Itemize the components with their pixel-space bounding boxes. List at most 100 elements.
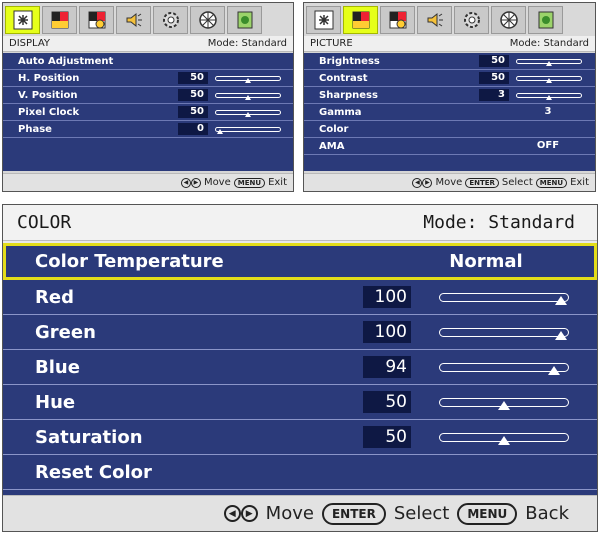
- slider-thumb[interactable]: [217, 129, 223, 134]
- slider-track[interactable]: [439, 293, 569, 302]
- value-box: 50: [479, 72, 509, 84]
- picture-advanced-icon: [389, 11, 406, 29]
- exit-hint: Exit: [570, 177, 589, 188]
- menu-item-hue[interactable]: Hue 50: [3, 385, 597, 420]
- slider-thumb[interactable]: [245, 95, 251, 100]
- exit-hint: Exit: [268, 177, 287, 188]
- value-text: OFF: [536, 140, 560, 151]
- value-box: 3: [479, 89, 509, 101]
- menu-item-phase[interactable]: Phase 0: [3, 121, 293, 138]
- menu-item-label: Color: [319, 123, 349, 135]
- value-text: Normal: [449, 251, 523, 272]
- slider-thumb[interactable]: [546, 61, 552, 66]
- panel-title: PICTURE: [310, 38, 353, 49]
- menu-item-brightness[interactable]: Brightness 50: [304, 53, 595, 70]
- tab-audio[interactable]: [116, 6, 151, 34]
- slider-track[interactable]: [439, 328, 569, 337]
- menu-item-label: Blue: [35, 356, 80, 378]
- panel-footer: ◀ ▶ Move ENTER Select MENU Back: [3, 495, 597, 531]
- mode-indicator: Mode: Standard: [509, 38, 589, 49]
- menu-key-icon: MENU: [535, 177, 568, 188]
- information-icon: [538, 11, 553, 29]
- value-box: 0: [178, 123, 208, 135]
- value-box: 50: [363, 426, 411, 448]
- tab-picture[interactable]: [343, 6, 378, 34]
- tab-system[interactable]: [153, 6, 188, 34]
- tab-system[interactable]: [454, 6, 489, 34]
- tab-display[interactable]: [5, 6, 40, 34]
- menu-item-label: Saturation: [35, 426, 143, 448]
- display-settings-icon: [13, 10, 32, 30]
- menu-item-label: Hue: [35, 391, 76, 413]
- value-box: 50: [479, 55, 509, 67]
- slider-thumb[interactable]: [555, 331, 567, 340]
- slider-thumb[interactable]: [555, 296, 567, 305]
- menu-item-blue[interactable]: Blue 94: [3, 350, 597, 385]
- enter-key-icon: ENTER: [321, 502, 386, 525]
- menu-item-sharpness[interactable]: Sharpness 3: [304, 87, 595, 104]
- audio-icon: [427, 12, 443, 28]
- slider-thumb[interactable]: [245, 112, 251, 117]
- tab-audio[interactable]: [417, 6, 452, 34]
- system-icon: [162, 12, 179, 28]
- menu-item-label: V. Position: [18, 89, 78, 101]
- menu-item-red[interactable]: Red 100: [3, 280, 597, 315]
- menu-item-auto-adjustment[interactable]: Auto Adjustment: [3, 53, 293, 70]
- value-box: 100: [363, 321, 411, 343]
- menu-item-label: Red: [35, 286, 74, 308]
- slider-thumb[interactable]: [546, 95, 552, 100]
- mode-indicator: Mode: Standard: [207, 38, 287, 49]
- menu-item-ama[interactable]: AMA OFF: [304, 138, 595, 155]
- slider-thumb[interactable]: [548, 366, 561, 375]
- tab-picture-advanced[interactable]: [380, 6, 415, 34]
- menu-item-gamma[interactable]: Gamma 3: [304, 104, 595, 121]
- slider-thumb[interactable]: [498, 436, 510, 445]
- panel-header: PICTURE Mode: Standard: [304, 36, 595, 52]
- menu-item-label: Reset Color: [35, 461, 152, 483]
- slider-thumb[interactable]: [546, 78, 552, 83]
- value-text: 3: [544, 106, 552, 117]
- panel-header: DISPLAY Mode: Standard: [3, 36, 293, 52]
- slider-thumb[interactable]: [498, 401, 510, 410]
- value-box: 50: [178, 89, 208, 101]
- menu-item-contrast[interactable]: Contrast 50: [304, 70, 595, 87]
- tab-my-settings[interactable]: [190, 6, 225, 34]
- menu-list: Brightness 50 Contrast 50 Sharpness 3 Ga…: [304, 53, 595, 171]
- tab-information[interactable]: [528, 6, 563, 34]
- picture-osd-panel: PICTURE Mode: Standard Brightness 50 Con…: [303, 2, 596, 192]
- tab-information[interactable]: [227, 6, 262, 34]
- panel-footer: ◀ ▶ Move ENTER Select MENU Exit: [304, 173, 595, 191]
- menu-item-pixel-clock[interactable]: Pixel Clock 50: [3, 104, 293, 121]
- select-hint: Select: [393, 503, 450, 524]
- menu-item-label: Green: [35, 321, 96, 343]
- mode-indicator: Mode: Standard: [423, 212, 575, 233]
- slider-track[interactable]: [215, 127, 281, 132]
- left-right-arrows-icon: ◀ ▶: [223, 505, 258, 522]
- display-settings-icon: [314, 10, 333, 30]
- menu-item-v-position[interactable]: V. Position 50: [3, 87, 293, 104]
- picture-advanced-icon: [88, 11, 105, 29]
- tab-display[interactable]: [306, 6, 341, 34]
- menu-item-h-position[interactable]: H. Position 50: [3, 70, 293, 87]
- menu-item-label: Auto Adjustment: [18, 55, 114, 67]
- panel-footer: ◀ ▶ Move MENU Exit: [3, 173, 293, 191]
- enter-key-icon: ENTER: [465, 177, 499, 188]
- menu-item-color[interactable]: Color: [304, 121, 595, 138]
- menu-item-reset-color[interactable]: Reset Color: [3, 455, 597, 490]
- menu-item-color-temperature[interactable]: Color Temperature Normal: [3, 243, 597, 280]
- tab-picture-advanced[interactable]: [79, 6, 114, 34]
- slider-thumb[interactable]: [245, 78, 251, 83]
- tab-picture[interactable]: [42, 6, 77, 34]
- value-box: 50: [363, 391, 411, 413]
- menu-list: Auto Adjustment H. Position 50 V. Positi…: [3, 53, 293, 171]
- value-box: 94: [363, 356, 411, 378]
- menu-item-saturation[interactable]: Saturation 50: [3, 420, 597, 455]
- menu-item-green[interactable]: Green 100: [3, 315, 597, 350]
- menu-item-label: Brightness: [319, 55, 380, 67]
- panel-title: DISPLAY: [9, 38, 51, 49]
- menu-list: Color Temperature Normal Red 100 Green 1…: [3, 243, 597, 495]
- menu-item-label: Sharpness: [319, 89, 378, 101]
- tab-my-settings[interactable]: [491, 6, 526, 34]
- menu-item-label: AMA: [319, 140, 345, 152]
- information-icon: [237, 11, 252, 29]
